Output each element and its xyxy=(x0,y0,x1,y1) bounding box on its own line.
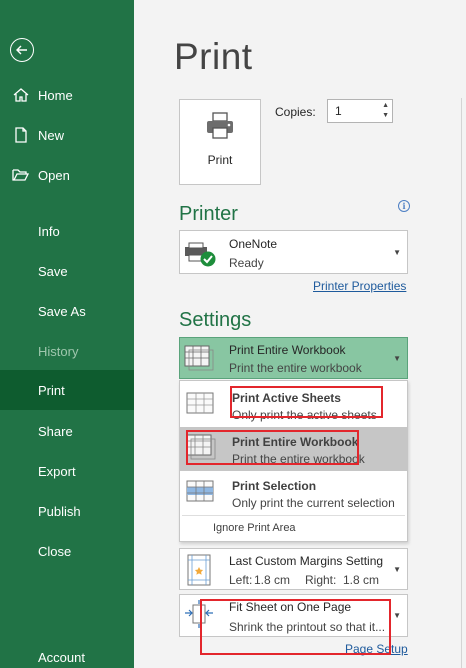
chevron-down-icon: ▼ xyxy=(393,354,401,363)
sidebar-item-export[interactable]: Export xyxy=(0,451,134,491)
chevron-down-icon: ▼ xyxy=(393,565,401,574)
margins-title: Last Custom Margins Setting xyxy=(229,554,384,568)
sidebar-item-history: History xyxy=(0,331,134,371)
info-icon[interactable]: i xyxy=(398,200,410,212)
sidebar-item-home[interactable]: Home xyxy=(0,75,134,115)
margins-right-value: 1.8 cm xyxy=(343,573,380,587)
sidebar-item-account[interactable]: Account xyxy=(0,637,134,668)
folder-open-icon xyxy=(12,166,30,184)
printer-select[interactable]: OneNote Ready ▼ xyxy=(179,230,408,274)
sidebar-item-label: New xyxy=(38,127,65,143)
sidebar-item-label: Share xyxy=(38,423,73,439)
margins-select[interactable]: Last Custom Margins Setting Left: 1.8 cm… xyxy=(179,548,408,590)
option-subtitle: Only print the active sheets xyxy=(232,408,377,422)
back-arrow-icon[interactable] xyxy=(10,38,34,62)
new-document-icon xyxy=(12,126,30,144)
copies-label: Copies: xyxy=(275,105,316,119)
sidebar-item-new[interactable]: New xyxy=(0,115,134,155)
copies-value: 1 xyxy=(335,104,342,118)
option-title: Print Active Sheets xyxy=(232,391,341,405)
sidebar-item-label: Account xyxy=(38,649,85,665)
print-button-label: Print xyxy=(207,153,233,167)
print-scope-subtitle: Print the entire workbook xyxy=(229,361,362,375)
ignore-print-area-toggle[interactable]: Ignore Print Area xyxy=(213,522,296,534)
workbook-icon xyxy=(186,434,216,465)
fit-sheet-icon xyxy=(184,599,214,638)
copies-spinner[interactable]: 1 ▲ ▼ xyxy=(327,99,393,123)
option-title: Print Entire Workbook xyxy=(232,435,359,449)
sidebar-item-label: Print xyxy=(38,382,65,398)
print-button[interactable]: Print xyxy=(179,99,261,185)
scaling-select[interactable]: Fit Sheet on One Page Shrink the printou… xyxy=(179,594,408,637)
sidebar-item-print[interactable]: Print xyxy=(0,370,134,410)
print-scope-select[interactable]: Print Entire Workbook Print the entire w… xyxy=(179,337,408,379)
preview-divider xyxy=(461,98,462,668)
sidebar-item-save-as[interactable]: Save As xyxy=(0,291,134,331)
sidebar-item-label: History xyxy=(38,343,79,359)
option-subtitle: Print the entire workbook xyxy=(232,452,365,466)
scaling-subtitle: Shrink the printout so that it... xyxy=(229,620,386,634)
margins-right-label: Right: xyxy=(305,573,337,587)
option-print-entire-workbook[interactable]: Print Entire Workbook Print the entire w… xyxy=(180,427,407,471)
option-print-selection[interactable]: Print Selection Only print the current s… xyxy=(180,471,407,515)
margins-left-label: Left: xyxy=(229,573,253,587)
printer-status-icon xyxy=(184,241,218,274)
sidebar-item-open[interactable]: Open xyxy=(0,155,134,195)
scaling-title: Fit Sheet on One Page xyxy=(229,600,352,614)
sidebar-item-label: Close xyxy=(38,543,72,559)
sidebar-item-label: Save xyxy=(38,263,68,279)
sidebar-item-info[interactable]: Info xyxy=(0,211,134,251)
selection-icon xyxy=(186,478,216,509)
active-sheet-icon xyxy=(186,390,216,421)
printer-heading: Printer xyxy=(179,203,238,225)
sidebar-item-label: Open xyxy=(38,167,70,183)
option-subtitle: Only print the current selection xyxy=(232,496,395,510)
sidebar-item-publish[interactable]: Publish xyxy=(0,491,134,531)
printer-properties-link[interactable]: Printer Properties xyxy=(313,279,406,293)
page-title: Print xyxy=(174,36,253,77)
chevron-down-icon: ▼ xyxy=(393,611,401,620)
chevron-down-icon: ▼ xyxy=(393,248,401,257)
printer-name: OneNote xyxy=(229,237,278,251)
sidebar-item-label: Publish xyxy=(38,503,81,519)
spin-up-icon[interactable]: ▲ xyxy=(382,102,389,109)
backstage-sidebar: Home New Open Info Save Save As History … xyxy=(0,0,134,668)
sidebar-item-save[interactable]: Save xyxy=(0,251,134,291)
sidebar-item-label: Info xyxy=(38,223,60,239)
printer-status: Ready xyxy=(229,256,264,270)
popup-divider xyxy=(182,515,405,516)
margins-left-value: 1.8 cm xyxy=(254,573,291,587)
sidebar-item-label: Home xyxy=(38,87,73,103)
print-pane: Print Print Copies: 1 ▲ ▼ Printer i OneN… xyxy=(134,0,466,668)
option-title: Print Selection xyxy=(232,479,317,493)
settings-heading: Settings xyxy=(179,309,252,331)
print-scope-title: Print Entire Workbook xyxy=(229,343,346,357)
sidebar-item-share[interactable]: Share xyxy=(0,411,134,451)
print-scope-dropdown-list: Print Active Sheets Only print the activ… xyxy=(179,380,408,542)
workbook-icon xyxy=(184,345,214,376)
sidebar-item-label: Export xyxy=(38,463,76,479)
option-print-active-sheets[interactable]: Print Active Sheets Only print the activ… xyxy=(180,383,407,427)
home-icon xyxy=(12,86,30,104)
page-setup-link[interactable]: Page Setup xyxy=(345,642,408,656)
spin-down-icon[interactable]: ▼ xyxy=(382,112,389,119)
sidebar-item-close[interactable]: Close xyxy=(0,531,134,571)
sidebar-item-label: Save As xyxy=(38,303,86,319)
printer-icon xyxy=(207,112,233,139)
margins-icon xyxy=(184,554,214,591)
